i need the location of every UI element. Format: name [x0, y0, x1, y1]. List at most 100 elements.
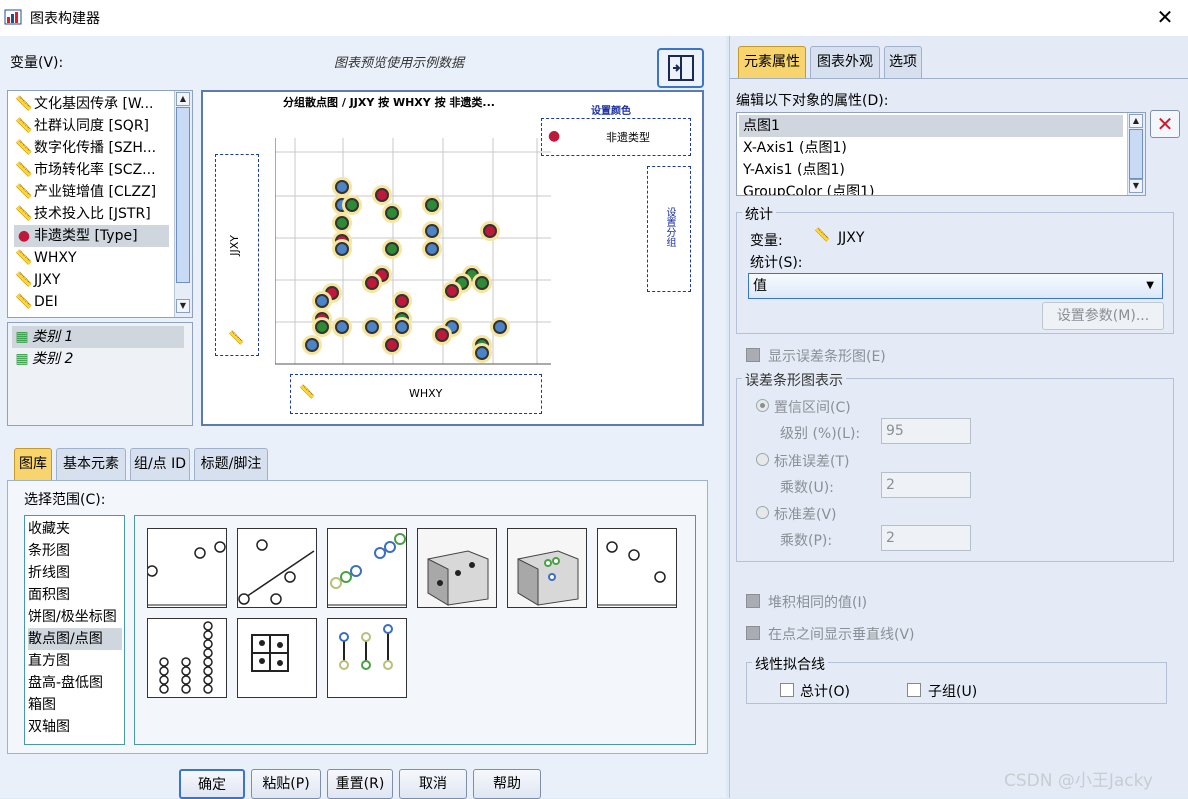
variable-item[interactable]: 📏技术投入比 [JSTR] [14, 203, 150, 225]
variable-item-selected[interactable]: ● 非遗类型 [Type] [14, 225, 169, 247]
scale-ruler-icon: 📏 [15, 294, 33, 310]
grouped-3d-scatter-thumbnail[interactable] [507, 528, 587, 608]
sd-multiplier-input[interactable]: 2 [881, 525, 971, 551]
scroll-down-arrow-icon[interactable]: ▼ [176, 299, 190, 313]
stack-identical-checkbox[interactable] [746, 594, 760, 608]
chart-type-list[interactable]: 收藏夹 条形图 折线图 面积图 饼图/极坐标图 散点图/点图 直方图 盘高-盘低… [24, 515, 125, 745]
variables-list[interactable]: 📏文化基因传承 [W... 📏社群认同度 [SQR] 📏数字化传播 [SZH..… [7, 90, 193, 318]
dot-plot-thumbnail[interactable] [147, 618, 227, 698]
y-axis-dropzone[interactable]: JJXY 📏 [215, 154, 259, 356]
variables-label: 变量(V): [10, 55, 64, 71]
properties-scrollbar[interactable]: ▲ ▼ [1127, 113, 1145, 195]
property-object-item[interactable]: X-Axis1 (点图1) [739, 137, 847, 159]
set-parameters-button[interactable]: 设置参数(M)... [1042, 302, 1164, 330]
cancel-button[interactable]: 取消 [399, 769, 467, 799]
summary-point-thumbnail[interactable] [597, 528, 677, 608]
statistic-dropdown[interactable]: 值 ▼ [748, 273, 1163, 299]
chart-type-item[interactable]: 收藏夹 [28, 518, 70, 540]
tab-divider [730, 78, 1188, 79]
category-item[interactable]: ▦ 类别 2 [12, 348, 73, 370]
variable-value: JJXY [838, 230, 865, 246]
grouping-dropzone[interactable]: 设置分组 [647, 166, 691, 292]
3d-scatter-icon [427, 550, 489, 606]
chart-type-item[interactable]: 双轴图 [28, 716, 70, 738]
drop-line-thumbnail[interactable] [327, 618, 407, 698]
grouped-scatter-thumbnail[interactable] [327, 528, 407, 608]
range-label: 选择范围(C): [24, 492, 106, 508]
tab-options[interactable]: 选项 [884, 46, 922, 78]
legend-variable-label: 非遗类型 [606, 131, 650, 144]
chart-preview-canvas[interactable]: 分组散点图 / JJXY 按 WHXY 按 非遗类... 设置颜色 ● 非遗类型… [201, 90, 704, 426]
tab-gallery[interactable]: 图库 [14, 448, 52, 480]
tab-chart-appearance[interactable]: 图表外观 [810, 46, 880, 78]
chart-type-item[interactable]: 面积图 [28, 584, 70, 606]
delete-x-icon[interactable]: ✕ [1150, 110, 1180, 138]
x-axis-variable-label: WHXY [409, 387, 443, 400]
drop-lines-label: 在点之间显示垂直线(V) [768, 627, 915, 643]
scroll-up-arrow-icon[interactable]: ▲ [176, 92, 190, 106]
se-multiplier-input[interactable]: 2 [881, 472, 971, 498]
variable-item[interactable]: 📏WHXY [14, 247, 76, 269]
properties-object-list[interactable]: 点图1 X-Axis1 (点图1) Y-Axis1 (点图1) GroupCol… [736, 112, 1146, 196]
scatter-matrix-thumbnail[interactable] [237, 618, 317, 698]
nominal-variable-icon: ● [17, 228, 31, 244]
level-input[interactable]: 95 [881, 418, 971, 444]
chart-type-item[interactable]: 箱图 [28, 694, 56, 716]
fit-line-total-label: 总计(O) [800, 684, 850, 700]
property-object-item[interactable]: GroupColor (点图1) [739, 181, 874, 195]
scale-ruler-icon: 📏 [15, 96, 33, 112]
show-error-bars-checkbox[interactable] [746, 348, 760, 362]
legend-dropzone[interactable]: ● 非遗类型 [541, 118, 691, 156]
categories-list[interactable]: ▦ 类别 1 ▦ 类别 2 [7, 322, 193, 426]
variable-item[interactable]: 📏文化基因传承 [W... [14, 93, 153, 115]
variable-item[interactable]: 📏JJXY [14, 269, 60, 291]
close-icon[interactable]: ✕ [1154, 6, 1176, 28]
drop-lines-checkbox[interactable] [746, 626, 760, 640]
paste-button[interactable]: 粘贴(P) [251, 769, 321, 799]
scale-ruler-icon: 📏 [15, 140, 33, 156]
property-object-item[interactable]: Y-Axis1 (点图1) [739, 159, 845, 181]
x-axis-dropzone[interactable]: 📏 WHXY [290, 374, 542, 414]
tab-group-point-id[interactable]: 组/点 ID [130, 448, 190, 480]
3d-scatter-thumbnail[interactable] [417, 528, 497, 608]
sd-radio[interactable] [756, 506, 769, 519]
scatter-fit-line-thumbnail[interactable] [237, 528, 317, 608]
right-pane: 元素属性 图表外观 选项 编辑以下对象的属性(D): 点图1 X-Axis1 (… [729, 36, 1188, 798]
fit-line-group-title: 线性拟合线 [752, 654, 828, 674]
chart-type-item[interactable]: 盘高-盘低图 [28, 672, 103, 694]
variable-item[interactable]: 📏市场转化率 [SCZ... [14, 159, 155, 181]
variable-item[interactable]: 📏产业链增值 [CLZZ] [14, 181, 156, 203]
chart-type-item[interactable]: 直方图 [28, 650, 70, 672]
scale-ruler-icon: 📏 [299, 385, 316, 400]
reset-button[interactable]: 重置(R) [327, 769, 393, 799]
preview-toggle-button[interactable] [657, 48, 704, 88]
se-radio[interactable] [756, 453, 769, 466]
variable-item[interactable]: 📏数字化传播 [SZH... [14, 137, 156, 159]
help-button[interactable]: 帮助 [473, 769, 541, 799]
variables-scrollbar[interactable]: ▲ ▼ [174, 91, 192, 317]
simple-scatter-thumbnail[interactable] [146, 528, 227, 608]
tab-basic-elements[interactable]: 基本元素 [56, 448, 126, 480]
variable-item[interactable]: 📏DEI [14, 291, 57, 313]
scatter-fit-line-icon [238, 539, 315, 605]
tab-element-properties[interactable]: 元素属性 [738, 46, 806, 78]
scroll-thumb[interactable] [1129, 129, 1143, 179]
fit-line-total-checkbox[interactable] [780, 683, 794, 697]
scroll-down-arrow-icon[interactable]: ▼ [1129, 179, 1143, 193]
category-item[interactable]: ▦ 类别 1 [12, 326, 184, 348]
ok-button[interactable]: 确定 [179, 769, 245, 799]
chart-type-item[interactable]: 条形图 [28, 540, 70, 562]
scroll-thumb[interactable] [176, 107, 190, 283]
set-color-label: 设置颜色 [591, 106, 631, 117]
scroll-up-arrow-icon[interactable]: ▲ [1129, 114, 1143, 128]
chart-type-item[interactable]: 折线图 [28, 562, 70, 584]
variable-item[interactable]: 📏社群认同度 [SQR] [14, 115, 149, 137]
tab-titles-footnotes[interactable]: 标题/脚注 [194, 448, 268, 480]
fit-line-subgroup-checkbox[interactable] [907, 683, 921, 697]
ci-radio[interactable] [756, 399, 769, 412]
window-title: 图表构建器 [30, 11, 100, 27]
property-object-item-selected[interactable]: 点图1 [739, 115, 1123, 137]
watermark: CSDN @小王Jacky [1004, 771, 1153, 791]
chart-type-item-selected[interactable]: 散点图/点图 [28, 628, 122, 650]
chart-type-item[interactable]: 饼图/极坐标图 [28, 606, 117, 628]
